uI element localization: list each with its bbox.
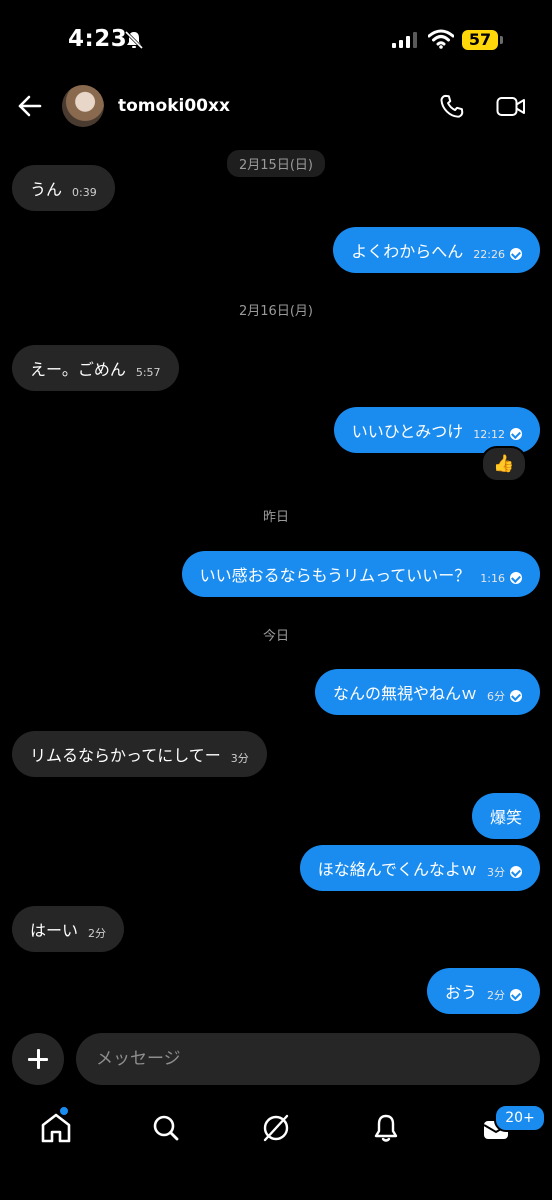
explore-icon[interactable] [256,1108,296,1148]
message-time: 2分 [88,927,107,940]
home-icon[interactable] [36,1108,76,1148]
message-text: よくわからへん [351,242,464,261]
message-time: 3分 [487,866,505,879]
message-time: 3分 [230,752,249,765]
status-time: 4:23 [68,26,128,52]
home-notification-dot [60,1107,68,1115]
bell-slash-icon [124,30,144,50]
message-time: 0:39 [72,185,97,199]
seen-check-icon [510,690,522,702]
status-bar: 4:23 57 [0,0,552,80]
seen-check-icon [510,572,522,584]
signal-icon [392,32,417,48]
chat-username[interactable]: tomoki00xx [118,96,230,116]
message-bubble-incoming[interactable]: はーい 2分 [12,906,125,952]
date-separator: 昨日 [262,510,289,525]
date-separator: 今日 [262,629,289,644]
message-text: はーい [30,921,79,940]
message-bubble-outgoing[interactable]: よくわからへん 22:26 [333,227,540,273]
message-text: おう [444,983,477,1002]
wifi-icon [428,29,454,49]
message-text: いい感おるならもうリムっていいー？ [199,566,471,585]
video-camera-icon[interactable] [496,94,526,120]
message-bubble-outgoing[interactable]: ほな絡んでくんなよｗ 3分 [299,845,540,891]
message-bubble-outgoing[interactable]: おう 2分 [426,968,540,1014]
seen-check-icon [510,248,522,260]
message-time: 2分 [487,989,505,1002]
message-time: 1:16 [480,571,505,585]
add-attachment-button[interactable] [12,1033,64,1085]
message-text: いいひとみつけ [351,422,464,441]
notification-bell-icon[interactable] [366,1108,406,1148]
search-icon[interactable] [146,1108,186,1148]
message-text: 爆笑 [489,808,522,827]
date-separator: 2月16日(月) [239,304,313,319]
message-bubble-outgoing[interactable]: 爆笑 [471,793,540,839]
bottom-nav [0,1100,552,1160]
battery-indicator: 57 [462,30,498,50]
chat-header: tomoki00xx [0,80,552,134]
message-text: えー。ごめん [30,360,126,379]
message-bubble-outgoing[interactable]: なんの無視やねんｗ 6分 [314,669,540,715]
seen-check-icon [510,989,522,1001]
message-text: うん [30,180,63,199]
battery-tip [500,36,503,44]
message-text: ほな絡んでくんなよｗ [317,860,477,879]
message-bubble-incoming[interactable]: えー。ごめん 5:57 [12,345,179,391]
message-input[interactable] [76,1033,540,1085]
message-text: リムるならかってにしてー [30,746,221,765]
phone-icon[interactable] [438,93,466,121]
message-time: 12:12 [473,427,505,441]
thumbs-up-reaction[interactable]: 👍 [481,446,527,482]
back-arrow-icon[interactable] [16,92,44,120]
message-time: 22:26 [473,247,505,261]
inbox-badge: 20+ [494,1104,546,1132]
message-time: 5:57 [135,365,161,379]
seen-check-icon [510,866,522,878]
message-time: 6分 [487,690,505,703]
avatar[interactable] [62,85,104,127]
seen-check-icon [510,428,522,440]
message-bubble-incoming[interactable]: リムるならかってにしてー 3分 [12,731,267,777]
message-bubble-outgoing[interactable]: いい感おるならもうリムっていいー？ 1:16 [181,551,540,597]
message-text: なんの無視やねんｗ [332,684,477,703]
message-bubble-incoming[interactable]: うん 0:39 [12,165,115,211]
